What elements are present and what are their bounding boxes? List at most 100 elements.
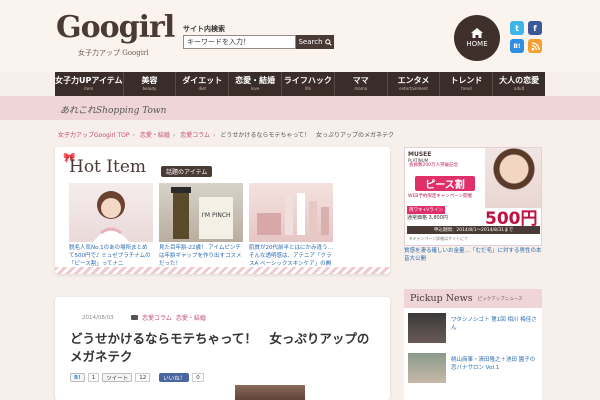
hatena-bookmark-icon[interactable]: B!: [510, 39, 524, 53]
search-label: サイト内検索: [183, 25, 225, 33]
nav-item-adult[interactable]: 大人の恋愛 adult: [493, 72, 545, 96]
nav-item-life[interactable]: ライフハック life: [282, 72, 335, 96]
nav-label: トレンド: [450, 76, 483, 85]
woman-illustration: [93, 191, 129, 242]
nav-item-item[interactable]: 女子力UPアイテム item: [55, 72, 124, 96]
ad-subtext: WEB予約限定キャンペーン開催: [408, 194, 473, 199]
pickup-thumbnail: [408, 353, 446, 383]
rss-symbol: [530, 41, 540, 51]
nav-sublabel: love: [250, 86, 260, 91]
search-input[interactable]: [183, 35, 296, 49]
breadcrumb-cat2[interactable]: 恋愛コラム: [180, 132, 210, 139]
breadcrumb: 女子力アップGoogirl TOP › 恋愛・結婚 › 恋愛コラム › どうせかけるな…: [58, 130, 394, 139]
hot-item-tag: 話題のアイテム: [161, 166, 213, 177]
nav-label: 大人の恋愛: [499, 76, 540, 85]
bottle-label: I'M PINCH: [201, 212, 230, 219]
breadcrumb-separator: ›: [132, 132, 135, 139]
hot-item-title: Hot Item: [69, 157, 147, 177]
hot-item-image-1[interactable]: [69, 183, 153, 242]
breadcrumb-current: どうせかけるならモテちゃって！ 女っぷりアップのメガネテク: [220, 132, 395, 139]
nav-label: ダイエット: [182, 76, 223, 85]
home-icon: [471, 28, 483, 38]
article-date: 2014/08/03: [82, 315, 114, 321]
logo-text: Googirl: [56, 10, 175, 45]
shopping-town-link[interactable]: あれこれShopping Town: [60, 103, 166, 116]
cosmetics-bottle-illustration: I'M PINCH: [171, 187, 233, 239]
nav-sublabel: life: [304, 86, 311, 91]
pickup-title: Pickup News: [410, 293, 473, 304]
twitter-icon[interactable]: t: [510, 21, 524, 35]
ad-price-label: 両ワキ+Vライン: [407, 206, 445, 214]
nav-sublabel: item: [84, 86, 94, 91]
main-nav: 女子力UPアイテム item 美容 beauty ダイエット diet 恋愛・結婚 lo…: [55, 72, 545, 96]
breadcrumb-separator: ›: [172, 132, 176, 139]
article-title: どうせかけるならモテちゃって！ 女っぷりアップのメガネテク: [70, 331, 370, 364]
like-button[interactable]: いいね！: [159, 373, 190, 382]
like-count: 0: [192, 373, 204, 382]
nav-item-mama[interactable]: ママ mama: [335, 72, 388, 96]
sidebar-link[interactable]: 質感を凄る確しいお金量…「むだ毛」に対する男性の本音大公開: [404, 247, 542, 263]
tweet-label: ツイート: [106, 375, 129, 382]
ad-fine-print: ※キャンペーン詳細はサイトにて: [409, 236, 469, 241]
hot-item-card: 🎀 Hot Item 話題のアイテム 脱毛人気No.1のあの場所まとめて500円…: [55, 147, 390, 275]
search-button-label: Search: [298, 38, 323, 46]
search-button[interactable]: Search: [296, 35, 334, 49]
nav-sublabel: diet: [198, 86, 207, 91]
hot-item-image-3[interactable]: [249, 183, 333, 242]
ad-period: 申込期間：2014/8/1〜2014/8/31まで: [407, 226, 540, 234]
pickup-thumbnail: [408, 313, 446, 343]
nav-label: ママ: [352, 76, 369, 85]
article-categories: 恋愛コラム 恋愛・結婚: [131, 313, 206, 322]
tweet-count: 12: [135, 373, 151, 382]
nav-sublabel: mama: [354, 86, 368, 91]
home-button[interactable]: HOME: [454, 15, 500, 61]
article-card: 2014/08/03 恋愛コラム 恋愛・結婚 どうせかけるならモテちゃって！ 女…: [55, 297, 390, 400]
pickup-item[interactable]: 桃山商事・清田隆之＋池田 園子の恋バナサロン Vol.1: [408, 353, 538, 383]
article-category-2[interactable]: 恋愛・結婚: [176, 313, 206, 322]
pickup-item[interactable]: ワタシノシゴト 第1回 相川 梅佳さん: [408, 313, 538, 343]
breadcrumb-cat1[interactable]: 恋愛・結婚: [140, 132, 170, 139]
nav-item-entertainment[interactable]: エンタメ entertainment: [388, 72, 441, 96]
nav-sublabel: beauty: [142, 86, 157, 91]
facebook-icon[interactable]: f: [528, 21, 542, 35]
home-label: HOME: [466, 40, 488, 48]
hatena-count: 1: [87, 373, 100, 382]
rss-icon[interactable]: [528, 39, 542, 53]
breadcrumb-home[interactable]: 女子力アップGoogirl TOP: [58, 132, 130, 139]
breadcrumb-separator: ›: [213, 132, 216, 139]
nav-label: エンタメ: [397, 76, 430, 85]
pickup-item-text: 桃山商事・清田隆之＋池田 園子の恋バナサロン Vol.1: [451, 357, 536, 371]
hot-item-image-2[interactable]: I'M PINCH: [159, 183, 243, 242]
hot-item-caption-2[interactable]: 見た目年齢-22歳！ アイムピンチは年齢ギャップを作り出すコスメだった！: [159, 244, 243, 268]
nav-item-trend[interactable]: トレンド trend: [440, 72, 494, 96]
nav-label: 恋愛・結婚: [235, 76, 276, 85]
nav-sublabel: trend: [461, 86, 472, 91]
pickup-news: Pickup News ピックアップニュース ワタシノシゴト 第1回 相川 梅佳…: [404, 289, 542, 400]
hatena-share-button[interactable]: B!: [70, 373, 85, 382]
musee-ad-banner[interactable]: MUSEE PLATINUM 会員数200万人突破記念 ピース割 WEB予約限定キ…: [404, 147, 542, 246]
nav-item-love[interactable]: 恋愛・結婚 love: [229, 72, 282, 96]
nav-sublabel: entertainment: [399, 86, 428, 91]
nav-sublabel: adult: [514, 86, 525, 91]
pickup-item-text: ワタシノシゴト 第1回 相川 梅佳さん: [451, 317, 537, 331]
pickup-header: Pickup News ピックアップニュース: [404, 289, 542, 308]
hot-item-caption-1[interactable]: 脱毛人気No.1のあの場所まとめて500円で♪ ミュゼプラチナムの「ピース割」っ…: [69, 244, 153, 268]
stripe-divider: [55, 267, 390, 274]
site-header: Googirl 女子力アップ Googirl サイト内検索 Search HOM…: [0, 0, 600, 72]
nav-item-beauty[interactable]: 美容 beauty: [124, 72, 177, 96]
logo-subtitle: 女子力アップ Googirl: [78, 49, 149, 57]
article-category-1[interactable]: 恋愛コラム: [142, 313, 172, 322]
tweet-button[interactable]: ツイート: [102, 373, 133, 382]
nav-label: ライフハック: [283, 76, 332, 85]
share-buttons: B! 1 ツイート 12 いいね！ 0: [70, 373, 204, 382]
ad-headline: ピース割: [415, 176, 475, 191]
shopping-town-band: あれこれShopping Town: [0, 96, 600, 120]
site-logo[interactable]: Googirl 女子力アップ Googirl: [56, 10, 175, 60]
ad-model-image: [485, 148, 541, 208]
ad-price-old: 通常価格 3,800円: [407, 215, 448, 221]
article-image: [235, 385, 305, 400]
nav-item-diet[interactable]: ダイエット diet: [176, 72, 230, 96]
ad-badge: 会員数200万人突破記念: [409, 163, 459, 168]
nav-label: 美容: [141, 76, 158, 85]
nav-label: 女子力UPアイテム: [55, 76, 123, 85]
